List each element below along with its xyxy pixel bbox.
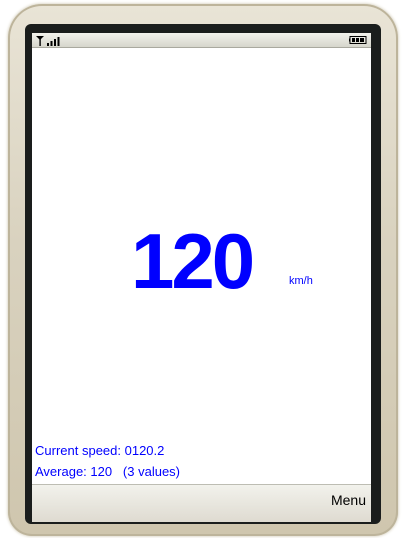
average-speed-text: Average: 120 (3 values) [35, 464, 181, 479]
speed-value: 120 [131, 217, 255, 305]
speed-display: 120 km/h [32, 221, 371, 301]
menu-softkey[interactable]: Menu [331, 492, 366, 508]
battery-icon [349, 36, 367, 44]
current-speed-text: Current speed: 0120.2 [35, 443, 165, 458]
phone-screen: 120 km/h Current speed: 0120.2 Average: … [32, 33, 371, 522]
softkey-bar: Menu [32, 484, 371, 522]
status-bar [32, 33, 371, 48]
speed-unit: km/h [289, 275, 313, 287]
signal-strength-icon [36, 36, 60, 46]
